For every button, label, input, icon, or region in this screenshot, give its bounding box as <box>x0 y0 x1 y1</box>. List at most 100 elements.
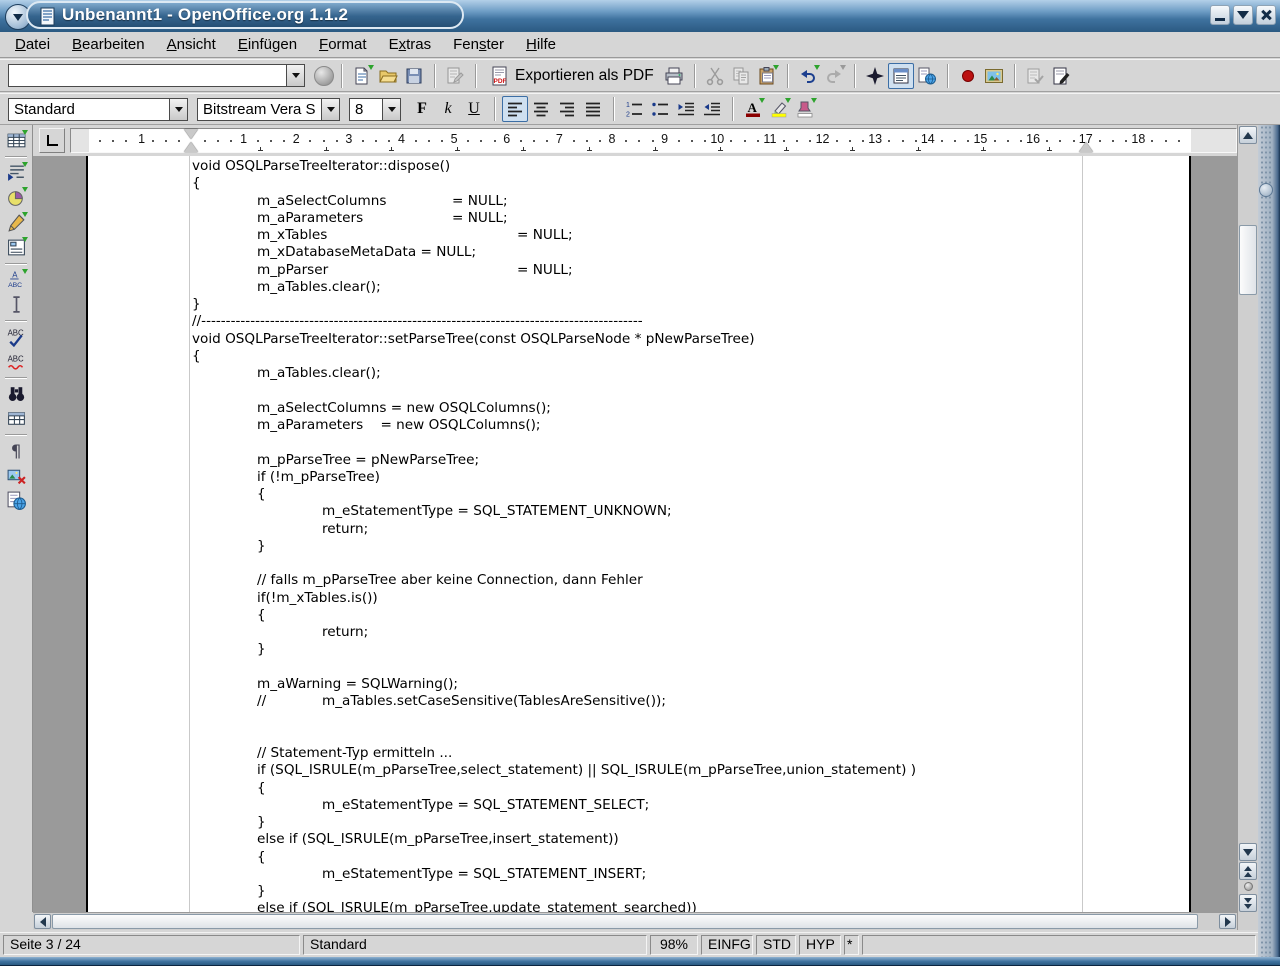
page[interactable]: void OSQLParseTreeIterator::dispose() { … <box>86 156 1191 912</box>
previous-page-button[interactable] <box>1239 862 1257 880</box>
insert-button[interactable] <box>3 160 29 185</box>
window-bottom-border[interactable] <box>0 957 1280 966</box>
next-page-button[interactable] <box>1239 894 1257 912</box>
status-hyperlink-mode[interactable]: HYP <box>799 935 841 955</box>
first-line-indent-marker[interactable] <box>184 129 198 139</box>
size-dropdown-button[interactable] <box>382 99 400 120</box>
menu-bearbeiten[interactable]: Bearbeiten <box>61 33 156 57</box>
find-replace-button[interactable] <box>3 381 29 406</box>
menu-ansicht[interactable]: Ansicht <box>156 33 227 57</box>
bold-button[interactable]: F <box>409 96 435 122</box>
navigation-dot-button[interactable] <box>1244 882 1253 891</box>
redo-button[interactable] <box>821 63 847 89</box>
right-indent-marker[interactable] <box>1079 142 1093 152</box>
scroll-right-button[interactable] <box>1219 914 1236 929</box>
toolbar-separator <box>947 64 948 88</box>
tab-type-selector[interactable] <box>39 128 65 153</box>
font-dropdown-button[interactable] <box>321 99 339 120</box>
numbered-list-button[interactable]: 12 <box>621 96 647 122</box>
insert-object-button[interactable] <box>3 185 29 210</box>
ruler[interactable]: 1234567891011121314151617181 <box>70 128 1237 153</box>
left-indent-marker[interactable] <box>184 142 198 152</box>
menu-hilfe[interactable]: Hilfe <box>515 33 567 57</box>
scroll-up-button[interactable] <box>1239 126 1257 144</box>
font-size-combobox[interactable]: 8 <box>349 98 401 121</box>
horizontal-scrollbar-thumb[interactable] <box>52 914 1198 929</box>
paragraph-background-button[interactable] <box>792 96 818 122</box>
maximize-button[interactable] <box>1233 5 1253 25</box>
new-document-button[interactable] <box>349 63 375 89</box>
align-right-button[interactable] <box>554 96 580 122</box>
menu-fenster[interactable]: Fenster <box>442 33 515 57</box>
nonprinting-characters-button[interactable]: ¶ <box>3 438 29 463</box>
undo-button[interactable] <box>795 63 821 89</box>
menu-extras[interactable]: Extras <box>378 33 443 57</box>
online-layout-button[interactable] <box>3 488 29 513</box>
paste-button[interactable] <box>754 63 780 89</box>
insert-table-button[interactable] <box>3 128 29 153</box>
italic-button[interactable]: k <box>435 96 461 122</box>
auto-spellcheck-button[interactable]: ABC <box>3 349 29 374</box>
status-selection-mode[interactable]: STD <box>756 935 796 955</box>
vertical-scrollbar-thumb[interactable] <box>1239 225 1257 295</box>
decrease-indent-button[interactable] <box>673 96 699 122</box>
status-page[interactable]: Seite 3 / 24 <box>3 935 300 955</box>
edit-autotext-button[interactable]: AABC <box>3 267 29 292</box>
edit-file-icon <box>445 66 465 86</box>
page-edit-button[interactable] <box>1048 63 1074 89</box>
spellcheck-button[interactable]: ABC <box>3 324 29 349</box>
url-combobox[interactable] <box>8 64 305 87</box>
align-left-button[interactable] <box>502 96 528 122</box>
stylist-button[interactable] <box>888 63 914 89</box>
url-dropdown-button[interactable] <box>286 65 304 86</box>
document-text[interactable]: void OSQLParseTreeIterator::dispose() { … <box>192 158 916 912</box>
highlighting-button[interactable] <box>766 96 792 122</box>
font-color-button[interactable]: A <box>740 96 766 122</box>
cut-button[interactable] <box>702 63 728 89</box>
increase-indent-button[interactable] <box>699 96 725 122</box>
print-button[interactable] <box>661 63 687 89</box>
scroll-left-button[interactable] <box>34 914 51 929</box>
form-functions-button[interactable] <box>3 235 29 260</box>
data-sources-button[interactable] <box>3 406 29 431</box>
hyperlink-dialog-button[interactable] <box>914 63 940 89</box>
open-button[interactable] <box>375 63 401 89</box>
copy-button[interactable] <box>728 63 754 89</box>
bullet-list-button[interactable] <box>647 96 673 122</box>
gallery-button[interactable] <box>981 63 1007 89</box>
horizontal-scrollbar[interactable] <box>33 912 1237 930</box>
paragraph-style-combobox[interactable]: Standard <box>8 98 188 121</box>
scroll-down-button[interactable] <box>1239 843 1257 861</box>
save-button[interactable] <box>401 63 427 89</box>
style-dropdown-button[interactable] <box>169 99 187 120</box>
minimize-button[interactable] <box>1210 5 1230 25</box>
menu-einfgen[interactable]: Einfügen <box>227 33 308 57</box>
svg-text:ABC: ABC <box>8 282 22 289</box>
menu-datei[interactable]: Datei <box>4 33 61 57</box>
record-macro-button[interactable] <box>955 63 981 89</box>
window-right-border[interactable] <box>1258 125 1280 957</box>
status-insert-mode[interactable]: EINFG <box>701 935 753 955</box>
ruler-row: 1234567891011121314151617181 <box>33 125 1237 156</box>
ruler-tick <box>165 140 167 142</box>
export-pdf-button[interactable]: PDF Exportieren als PDF <box>483 63 661 89</box>
close-button[interactable] <box>1256 5 1276 25</box>
direct-cursor-button[interactable] <box>3 292 29 317</box>
align-center-button[interactable] <box>528 96 554 122</box>
navigator-button[interactable] <box>862 63 888 89</box>
align-justify-button[interactable] <box>580 96 606 122</box>
status-zoom[interactable]: 98% <box>650 935 698 955</box>
status-page-style[interactable]: Standard <box>303 935 647 955</box>
title-bar[interactable]: Unbenannt1 - OpenOffice.org 1.1.2 <box>0 0 1280 33</box>
draw-functions-button[interactable] <box>3 210 29 235</box>
document-check-button[interactable] <box>1022 63 1048 89</box>
images-on-off-button[interactable] <box>3 463 29 488</box>
menu-format[interactable]: Format <box>308 33 378 57</box>
url-input[interactable] <box>9 65 286 86</box>
underline-button[interactable]: U <box>461 96 487 122</box>
font-name-combobox[interactable]: Bitstream Vera S <box>197 98 340 121</box>
vertical-scrollbar[interactable] <box>1237 125 1258 930</box>
document-area[interactable]: void OSQLParseTreeIterator::dispose() { … <box>33 156 1237 912</box>
edit-file-button[interactable] <box>442 63 468 89</box>
stop-led-icon[interactable] <box>314 66 334 86</box>
